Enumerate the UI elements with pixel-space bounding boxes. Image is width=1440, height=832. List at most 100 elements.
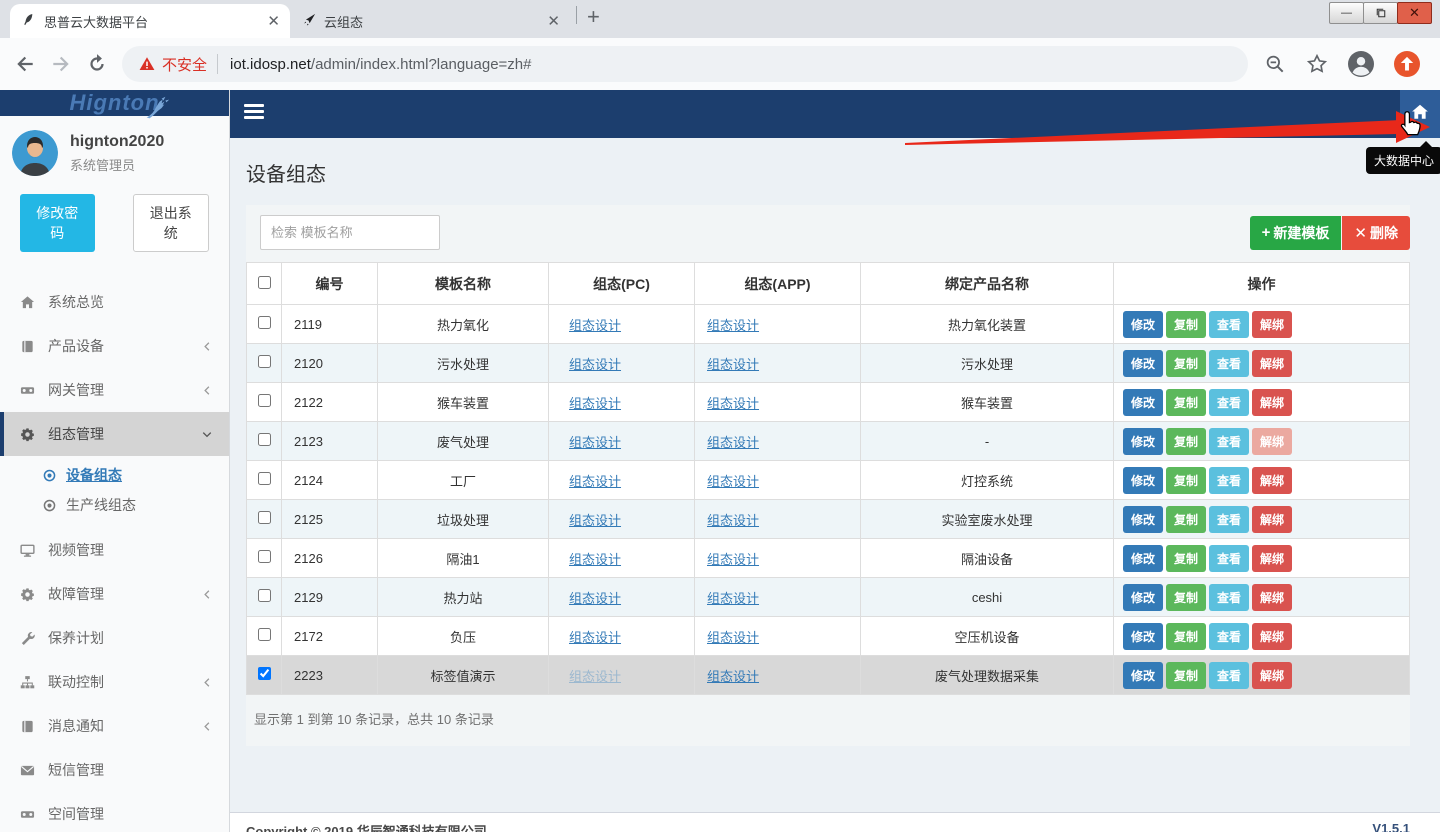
app-config-link[interactable]: 组态设计 xyxy=(707,669,759,684)
view-button[interactable]: 查看 xyxy=(1209,584,1249,611)
app-config-link[interactable]: 组态设计 xyxy=(707,513,759,528)
row-checkbox[interactable] xyxy=(258,589,271,602)
edit-button[interactable]: 修改 xyxy=(1123,428,1163,455)
app-config-link[interactable]: 组态设计 xyxy=(707,552,759,567)
view-button[interactable]: 查看 xyxy=(1209,350,1249,377)
security-label[interactable]: 不安全 xyxy=(162,54,207,75)
pc-config-link[interactable]: 组态设计 xyxy=(569,630,621,645)
new-template-button[interactable]: +新建模板 xyxy=(1250,216,1342,250)
app-config-link[interactable]: 组态设计 xyxy=(707,435,759,450)
pc-config-link[interactable]: 组态设计 xyxy=(569,474,621,489)
edit-button[interactable]: 修改 xyxy=(1123,545,1163,572)
zoom-out-icon[interactable] xyxy=(1264,53,1286,75)
copy-button[interactable]: 复制 xyxy=(1166,545,1206,572)
edit-button[interactable]: 修改 xyxy=(1123,662,1163,689)
sidebar-item[interactable]: 短信管理 xyxy=(0,748,229,792)
unbind-button[interactable]: 解绑 xyxy=(1252,545,1292,572)
edit-button[interactable]: 修改 xyxy=(1123,467,1163,494)
row-checkbox[interactable] xyxy=(258,667,271,680)
edit-button[interactable]: 修改 xyxy=(1123,623,1163,650)
app-config-link[interactable]: 组态设计 xyxy=(707,630,759,645)
forward-icon[interactable] xyxy=(50,53,72,75)
row-checkbox[interactable] xyxy=(258,628,271,641)
sidebar-item[interactable]: 产品设备 xyxy=(0,324,229,368)
sidebar-item[interactable]: 空间管理 xyxy=(0,792,229,832)
app-config-link[interactable]: 组态设计 xyxy=(707,591,759,606)
copy-button[interactable]: 复制 xyxy=(1166,623,1206,650)
copy-button[interactable]: 复制 xyxy=(1166,350,1206,377)
copy-button[interactable]: 复制 xyxy=(1166,662,1206,689)
pc-config-link[interactable]: 组态设计 xyxy=(569,435,621,450)
copy-button[interactable]: 复制 xyxy=(1166,311,1206,338)
pc-config-link[interactable]: 组态设计 xyxy=(569,552,621,567)
search-input[interactable] xyxy=(260,215,440,250)
pc-config-link[interactable]: 组态设计 xyxy=(569,318,621,333)
delete-button[interactable]: ✕删除 xyxy=(1342,216,1410,250)
copy-button[interactable]: 复制 xyxy=(1166,428,1206,455)
row-checkbox[interactable] xyxy=(258,511,271,524)
pc-config-link[interactable]: 组态设计 xyxy=(569,357,621,372)
sidebar-item[interactable]: 组态管理 xyxy=(0,412,229,456)
edit-button[interactable]: 修改 xyxy=(1123,506,1163,533)
row-checkbox[interactable] xyxy=(258,394,271,407)
view-button[interactable]: 查看 xyxy=(1209,545,1249,572)
bookmark-star-icon[interactable] xyxy=(1306,53,1328,75)
sidebar-item[interactable]: 视频管理 xyxy=(0,528,229,572)
sidebar-item[interactable]: 联动控制 xyxy=(0,660,229,704)
edit-button[interactable]: 修改 xyxy=(1123,389,1163,416)
select-all-checkbox[interactable] xyxy=(258,276,271,289)
profile-avatar-icon[interactable] xyxy=(1348,51,1374,77)
unbind-button[interactable]: 解绑 xyxy=(1252,389,1292,416)
edit-button[interactable]: 修改 xyxy=(1123,350,1163,377)
row-checkbox[interactable] xyxy=(258,355,271,368)
logout-button[interactable]: 退出系统 xyxy=(133,194,210,252)
pc-config-link[interactable]: 组态设计 xyxy=(569,396,621,411)
unbind-button[interactable]: 解绑 xyxy=(1252,506,1292,533)
pc-config-link[interactable]: 组态设计 xyxy=(569,513,621,528)
view-button[interactable]: 查看 xyxy=(1209,428,1249,455)
window-close-button[interactable]: ✕ xyxy=(1397,2,1432,24)
view-button[interactable]: 查看 xyxy=(1209,389,1249,416)
reload-icon[interactable] xyxy=(86,53,108,75)
sidebar-item[interactable]: 网关管理 xyxy=(0,368,229,412)
unbind-button[interactable]: 解绑 xyxy=(1252,311,1292,338)
app-config-link[interactable]: 组态设计 xyxy=(707,474,759,489)
edit-button[interactable]: 修改 xyxy=(1123,311,1163,338)
copy-button[interactable]: 复制 xyxy=(1166,506,1206,533)
app-config-link[interactable]: 组态设计 xyxy=(707,318,759,333)
tab-close-icon[interactable]: ✕ xyxy=(547,14,560,29)
row-checkbox[interactable] xyxy=(258,550,271,563)
view-button[interactable]: 查看 xyxy=(1209,623,1249,650)
copy-button[interactable]: 复制 xyxy=(1166,467,1206,494)
window-restore-button[interactable] xyxy=(1363,2,1398,24)
row-checkbox[interactable] xyxy=(258,433,271,446)
app-config-link[interactable]: 组态设计 xyxy=(707,357,759,372)
unbind-button[interactable]: 解绑 xyxy=(1252,467,1292,494)
sidebar-subitem[interactable]: 设备组态 xyxy=(0,460,229,490)
unbind-button[interactable]: 解绑 xyxy=(1252,623,1292,650)
new-tab-button[interactable]: + xyxy=(587,4,600,30)
pc-config-link[interactable]: 组态设计 xyxy=(569,669,621,684)
back-icon[interactable] xyxy=(14,53,36,75)
menu-toggle-button[interactable] xyxy=(244,104,264,122)
view-button[interactable]: 查看 xyxy=(1209,467,1249,494)
change-password-button[interactable]: 修改密码 xyxy=(20,194,95,252)
row-checkbox[interactable] xyxy=(258,472,271,485)
sidebar-item[interactable]: 保养计划 xyxy=(0,616,229,660)
unbind-button[interactable]: 解绑 xyxy=(1252,428,1292,455)
sidebar-item[interactable]: 系统总览 xyxy=(0,280,229,324)
copy-button[interactable]: 复制 xyxy=(1166,389,1206,416)
tab-close-icon[interactable]: ✕ xyxy=(267,14,280,29)
unbind-button[interactable]: 解绑 xyxy=(1252,584,1292,611)
view-button[interactable]: 查看 xyxy=(1209,662,1249,689)
copy-button[interactable]: 复制 xyxy=(1166,584,1206,611)
view-button[interactable]: 查看 xyxy=(1209,311,1249,338)
browser-tab-inactive[interactable]: 云组态 ✕ xyxy=(290,4,570,38)
sidebar-item[interactable]: 故障管理 xyxy=(0,572,229,616)
sidebar-item[interactable]: 消息通知 xyxy=(0,704,229,748)
sidebar-subitem[interactable]: 生产线组态 xyxy=(0,490,229,520)
unbind-button[interactable]: 解绑 xyxy=(1252,350,1292,377)
unbind-button[interactable]: 解绑 xyxy=(1252,662,1292,689)
view-button[interactable]: 查看 xyxy=(1209,506,1249,533)
address-bar[interactable]: 不安全 iot.idosp.net/admin/index.html?langu… xyxy=(122,46,1248,82)
